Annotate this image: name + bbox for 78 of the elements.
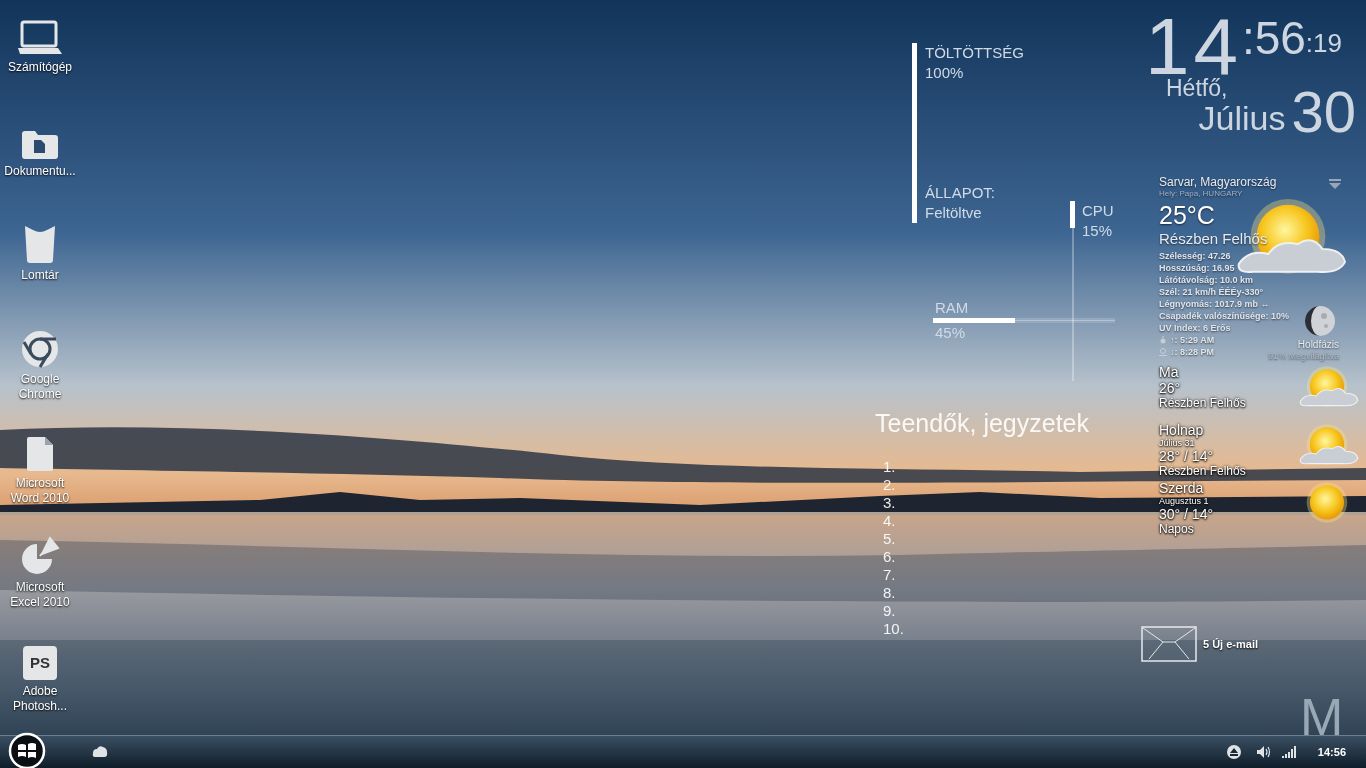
weather-detail: Légnyomás: 1017.9 mb ↔ [1159, 298, 1270, 310]
cloud-icon[interactable] [92, 745, 108, 759]
forecast-temperature: 28° / 14° [1159, 448, 1213, 464]
pie-chart-icon [20, 536, 60, 576]
clock-minutes: :56 [1241, 18, 1306, 58]
moon-icon [1304, 305, 1336, 337]
taskbar-clock[interactable]: 14:56 [1317, 743, 1346, 761]
desktop-icon-label: Adobe Photosh... [11, 684, 68, 714]
laptop-icon [18, 20, 62, 56]
chrome-icon [21, 330, 59, 368]
notes-title: Teendők, jegyzetek [875, 408, 1090, 438]
desktop-icon[interactable]: Lomtár [0, 218, 80, 283]
weather-place: Hely: Papa, HUNGARY [1159, 189, 1244, 198]
dropdown-icon[interactable] [1329, 179, 1341, 189]
weather-detail: Szélesség: 47.26 [1159, 250, 1231, 262]
forecast-day: Szerda [1159, 480, 1204, 496]
desktop-icon-label: Microsoft Excel 2010 [9, 580, 71, 610]
desktop-icon[interactable]: Dokumentu... [0, 114, 80, 179]
sunrise-icon [1159, 336, 1167, 344]
clock-seconds: :19 [1305, 30, 1342, 56]
note-item[interactable]: 5. [883, 530, 896, 548]
mail-count: 5 Új e-mail [1203, 636, 1259, 652]
weather-detail: UV Index: 6 Erős [1159, 322, 1231, 334]
clock-month: Július [1198, 99, 1286, 138]
ram-reading: 45% [935, 324, 966, 342]
note-item[interactable]: 10. [883, 620, 904, 638]
speaker-icon[interactable] [1255, 745, 1272, 759]
clock-hour: 14 [1144, 16, 1242, 78]
desktop-icon[interactable]: Microsoft Word 2010 [0, 426, 80, 506]
current-temperature: 25°C [1159, 200, 1216, 230]
sun-time: ↑: 5:29 AM [1170, 334, 1215, 346]
sunset-icon [1159, 348, 1167, 356]
eject-icon[interactable] [1225, 744, 1242, 760]
note-item[interactable]: 7. [883, 566, 896, 584]
desktop-icon-label: Dokumentu... [3, 164, 77, 179]
desktop-icon-label: Microsoft Word 2010 [9, 476, 71, 506]
start-button[interactable] [8, 732, 46, 768]
sun-time: ↓: 8:28 PM [1170, 346, 1214, 358]
forecast-condition: Részben Felhős [1159, 396, 1246, 410]
moon-phase-label: Holdfázis [1297, 339, 1339, 351]
weather-detail: Hosszúság: 16.95 [1159, 262, 1235, 274]
document-icon [25, 436, 55, 472]
note-item[interactable]: 9. [883, 602, 896, 620]
desktop-icon[interactable]: Számítógép [0, 10, 80, 75]
note-item[interactable]: 3. [883, 494, 896, 512]
forecast-condition: Napos [1159, 522, 1194, 536]
desktop-icon-label: Lomtár [20, 268, 60, 283]
desktop-icon-label: Számítógép [6, 60, 73, 75]
weather-detail: Szél: 21 km/h ÉÉÉy-330° [1159, 286, 1264, 298]
desktop-icon-label: Google Chrome [17, 372, 63, 402]
forecast-date: Augusztus 1 [1159, 496, 1209, 506]
desktop-icon[interactable]: PS Adobe Photosh... [0, 634, 80, 714]
folder-icon [21, 130, 59, 160]
bin-icon [23, 224, 57, 264]
battery-status-label: ÁLLAPOT: [925, 183, 996, 203]
note-item[interactable]: 4. [883, 512, 896, 530]
forecast-day: Ma [1159, 364, 1179, 380]
signal-icon[interactable] [1281, 746, 1296, 758]
envelope-icon[interactable] [1141, 626, 1197, 662]
desktop-icon[interactable]: Microsoft Excel 2010 [0, 530, 80, 610]
battery-charge-label: TÖLTÖTTSÉG [925, 43, 1024, 63]
weather-location: Sarvar, Magyarország [1159, 175, 1277, 189]
forecast-day: Holnap [1159, 422, 1204, 438]
battery-charge: 100% [925, 63, 965, 83]
cpu-label: CPU [1082, 201, 1114, 221]
photoshop-icon: PS [23, 646, 57, 680]
weather-detail: Látótávolság: 10.0 km [1159, 274, 1254, 286]
clock-day: 30 [1291, 84, 1356, 140]
forecast-temperature: 26° [1159, 380, 1181, 396]
cpu-reading: 15% [1082, 221, 1114, 241]
battery-status: Feltöltve [925, 203, 983, 223]
clock-weekday: Hétfő, [1166, 75, 1228, 102]
note-item[interactable]: 8. [883, 584, 896, 602]
note-item[interactable]: 6. [883, 548, 896, 566]
forecast-date: Július 31 [1159, 438, 1195, 448]
ram-label: RAM [935, 299, 969, 317]
weather-detail: Csapadék valószínűsége: 10% [1159, 310, 1290, 322]
logo: M [1300, 692, 1344, 742]
